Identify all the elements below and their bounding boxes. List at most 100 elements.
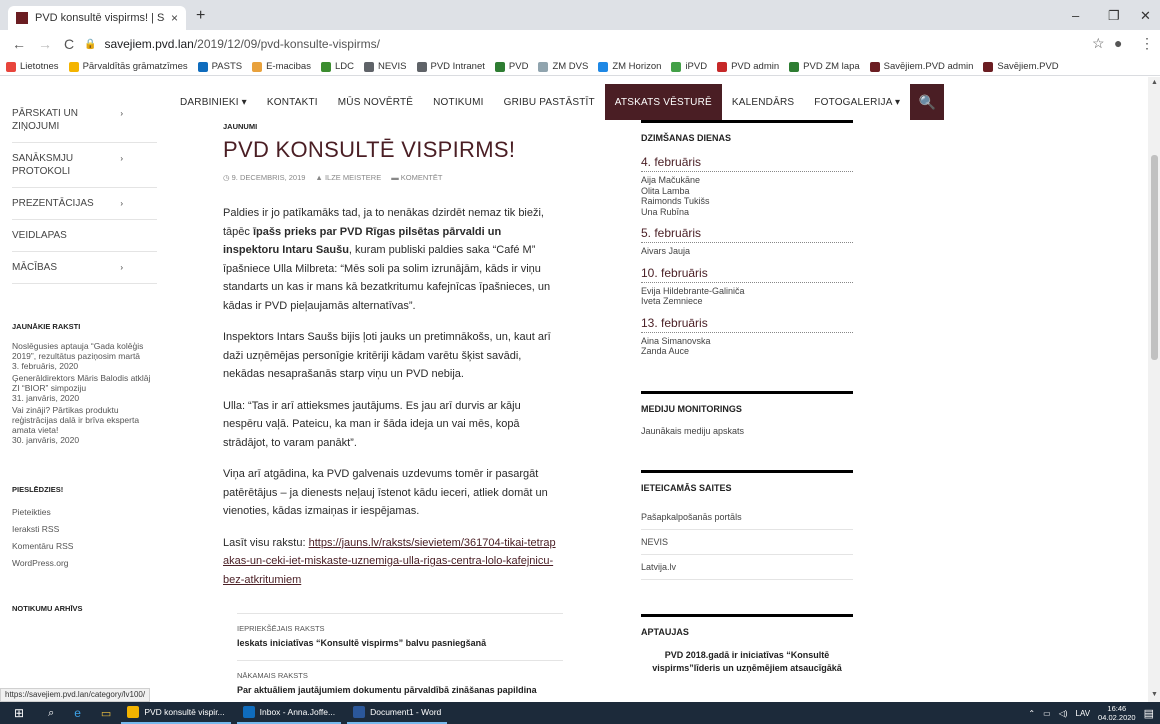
scrollbar-thumb[interactable]	[1151, 155, 1158, 360]
birthday-names: Evija Hildebrante-Galiniča Iveta Zemniece	[641, 286, 853, 307]
nav-item[interactable]: DARBINIEKI ▾	[170, 84, 257, 120]
edge-browser-icon[interactable]: e	[64, 702, 91, 724]
bookmark-label: Pārvaldītās grāmatzīmes	[82, 61, 188, 72]
web-page: DARBINIEKI ▾ KONTAKTI MŪS NOVĒRTĒ NOTIKUMI G…	[0, 77, 1148, 702]
sidebar-menu-item[interactable]: PĀRSKATI UN ZIŅOJUMI ›	[12, 107, 157, 143]
minimize-icon[interactable]: –	[1072, 8, 1079, 23]
birthday-group: 5. februāris Aivars Jauja	[641, 226, 853, 257]
bookmark-item[interactable]: Savējiem.PVD	[983, 61, 1059, 72]
sidebar-menu-item[interactable]: MĀCĪBAS ›	[12, 252, 157, 284]
sidebar-menu-item[interactable]: PREZENTĀCIJAS ›	[12, 188, 157, 220]
left-sidebar: PĀRSKATI UN ZIŅOJUMI › SANĀKSMJU PROTOKOLI…	[12, 107, 157, 623]
meta-link[interactable]: Pieteikties	[12, 504, 157, 521]
recent-post-link[interactable]: Ģenerāldirektors Māris Balodis atklāj ZI…	[12, 373, 157, 393]
bookmark-item[interactable]: ZM Horizon	[598, 61, 661, 72]
status-url: https://savejiem.pvd.lan/category/lv100/	[0, 688, 151, 702]
meta-link[interactable]: WordPress.org	[12, 555, 157, 572]
scroll-down-icon[interactable]: ▼	[1151, 691, 1158, 698]
bookmark-label: PVD	[508, 61, 529, 72]
bookmark-icon	[538, 61, 549, 72]
article-comment-text: KOMENTĒT	[400, 173, 443, 182]
article-author[interactable]: ▲ ILZE MEISTERE	[315, 173, 381, 182]
bookmark-item[interactable]: Savējiem.PVD admin	[869, 61, 973, 72]
bookmark-item[interactable]: PASTS	[197, 61, 242, 72]
network-icon[interactable]: ▭	[1043, 709, 1051, 718]
recommended-link[interactable]: Pašapkalpošanās portāls	[641, 505, 853, 530]
media-link[interactable]: Jaunākais mediju apskats	[641, 426, 853, 436]
reload-icon[interactable]: C	[64, 36, 74, 52]
nav-item[interactable]: GRIBU PASTĀSTĪT	[494, 84, 605, 120]
bookmark-item[interactable]: Lietotnes	[6, 61, 59, 72]
sidebar-menu-item[interactable]: SANĀKSMJU PROTOKOLI ›	[12, 143, 157, 188]
bookmark-item[interactable]: ZM DVS	[538, 61, 588, 72]
nav-item[interactable]: FOTOGALERIJA ▾	[804, 84, 910, 120]
bookmark-label: iPVD	[685, 61, 708, 72]
close-window-icon[interactable]: ✕	[1140, 8, 1151, 24]
file-explorer-icon[interactable]: ▭	[91, 702, 121, 724]
bookmark-item[interactable]: LDC	[320, 61, 354, 72]
taskbar-app[interactable]: PVD konsultē vispir...	[121, 702, 231, 724]
clock[interactable]: 16:46 04.02.2020	[1098, 704, 1136, 722]
nav-item[interactable]: KONTAKTI	[257, 84, 328, 120]
tray-chevron-icon[interactable]: ⌃	[1028, 709, 1035, 718]
sidebar-menu-label: SANĀKSMJU PROTOKOLI	[12, 153, 74, 177]
back-icon[interactable]: ←	[12, 36, 26, 52]
search-icon[interactable]: ⌕	[38, 702, 64, 724]
birthday-group: 4. februāris Aija Mačukāne Olita Lamba Raim…	[641, 155, 853, 217]
recent-post-link[interactable]: Noslēgusies aptauja “Gada kolēģis 2019”,…	[12, 341, 157, 361]
nav-item[interactable]: ATSKATS VĒSTURĒ	[604, 84, 722, 120]
bookmark-item[interactable]: PVD Intranet	[416, 61, 485, 72]
tab-title: PVD konsultē vispirms! | Savējiem	[35, 12, 165, 24]
bookmark-item[interactable]: PVD	[494, 61, 529, 72]
next-post-label: NĀKAMAIS RAKSTS	[237, 671, 308, 680]
bookmark-star-icon[interactable]: ☆	[1092, 35, 1105, 52]
next-post-link[interactable]: Par aktuāliem jautājumiem dokumentu pārv…	[237, 685, 563, 702]
page-scrollbar[interactable]: ▲ ▼	[1148, 77, 1160, 702]
media-heading: MEDIJU MONITORINGS	[641, 403, 742, 414]
article-category[interactable]: JAUNUMI	[223, 122, 558, 131]
article-date[interactable]: ◷ 9. DECEMBRIS, 2019	[223, 173, 305, 182]
maximize-icon[interactable]: ❐	[1108, 8, 1120, 24]
bookmark-item[interactable]: Pārvaldītās grāmatzīmes	[68, 61, 188, 72]
nav-item[interactable]: KALENDĀRS	[722, 84, 804, 120]
search-icon[interactable]: 🔍	[910, 84, 945, 120]
nav-item[interactable]: NOTIKUMI	[423, 84, 494, 120]
url-field[interactable]: 🔒 savejiem.pvd.lan /2019/12/09/pvd-konsu…	[84, 33, 1084, 55]
recommended-link[interactable]: Latvija.lv	[641, 555, 853, 580]
sidebar-menu-item[interactable]: VEIDLAPAS	[12, 220, 157, 252]
taskbar-app-label: Inbox - Anna.Joffe...	[259, 707, 336, 717]
recent-posts-list: Noslēgusies aptauja “Gada kolēģis 2019”,…	[12, 341, 157, 445]
bookmark-item[interactable]: PVD ZM lapa	[789, 61, 860, 72]
article-comment-link[interactable]: ▬ KOMENTĒT	[391, 173, 442, 182]
browser-tab[interactable]: PVD konsultē vispirms! | Savējiem ×	[8, 6, 186, 30]
volume-icon[interactable]: ◁)	[1059, 709, 1068, 718]
previous-post-link[interactable]: Ieskats iniciatīvas “Konsultē vispirms” …	[237, 638, 563, 661]
bookmark-label: Lietotnes	[20, 61, 59, 72]
recent-post-link[interactable]: Vai zināji? Pārtikas produktu reģistrāci…	[12, 405, 157, 435]
language-indicator[interactable]: LAV	[1076, 709, 1091, 718]
nav-item[interactable]: MŪS NOVĒRTĒ	[328, 84, 423, 120]
bookmark-item[interactable]: iPVD	[671, 61, 707, 72]
sidebar-menu-label: PREZENTĀCIJAS	[12, 198, 94, 209]
sidebar-menu-label: PĀRSKATI UN ZIŅOJUMI	[12, 108, 78, 132]
taskbar-app[interactable]: Document1 - Word	[347, 702, 448, 724]
meta-link[interactable]: Ieraksti RSS	[12, 521, 157, 538]
close-tab-icon[interactable]: ×	[171, 11, 178, 25]
menu-kebab-icon[interactable]: ⋮	[1140, 35, 1154, 52]
start-windows-icon[interactable]: ⊞	[0, 702, 38, 724]
bookmark-icon	[494, 61, 505, 72]
bookmark-icon	[363, 61, 374, 72]
recommended-link[interactable]: NEVIS	[641, 530, 853, 555]
bookmark-item[interactable]: E-macibas	[252, 61, 311, 72]
meta-link[interactable]: Komentāru RSS	[12, 538, 157, 555]
scroll-up-icon[interactable]: ▲	[1151, 79, 1158, 86]
notifications-icon[interactable]: ▤	[1144, 707, 1154, 720]
forward-icon[interactable]: →	[38, 36, 52, 52]
new-tab-button[interactable]: +	[196, 7, 205, 25]
birthday-name: Una Rubīna	[641, 206, 690, 217]
bookmark-item[interactable]: PVD admin	[717, 61, 779, 72]
site-favicon-icon	[16, 12, 28, 24]
bookmark-item[interactable]: NEVIS	[363, 61, 407, 72]
profile-icon[interactable]: ●	[1114, 35, 1122, 51]
taskbar-app[interactable]: Inbox - Anna.Joffe...	[236, 702, 342, 724]
